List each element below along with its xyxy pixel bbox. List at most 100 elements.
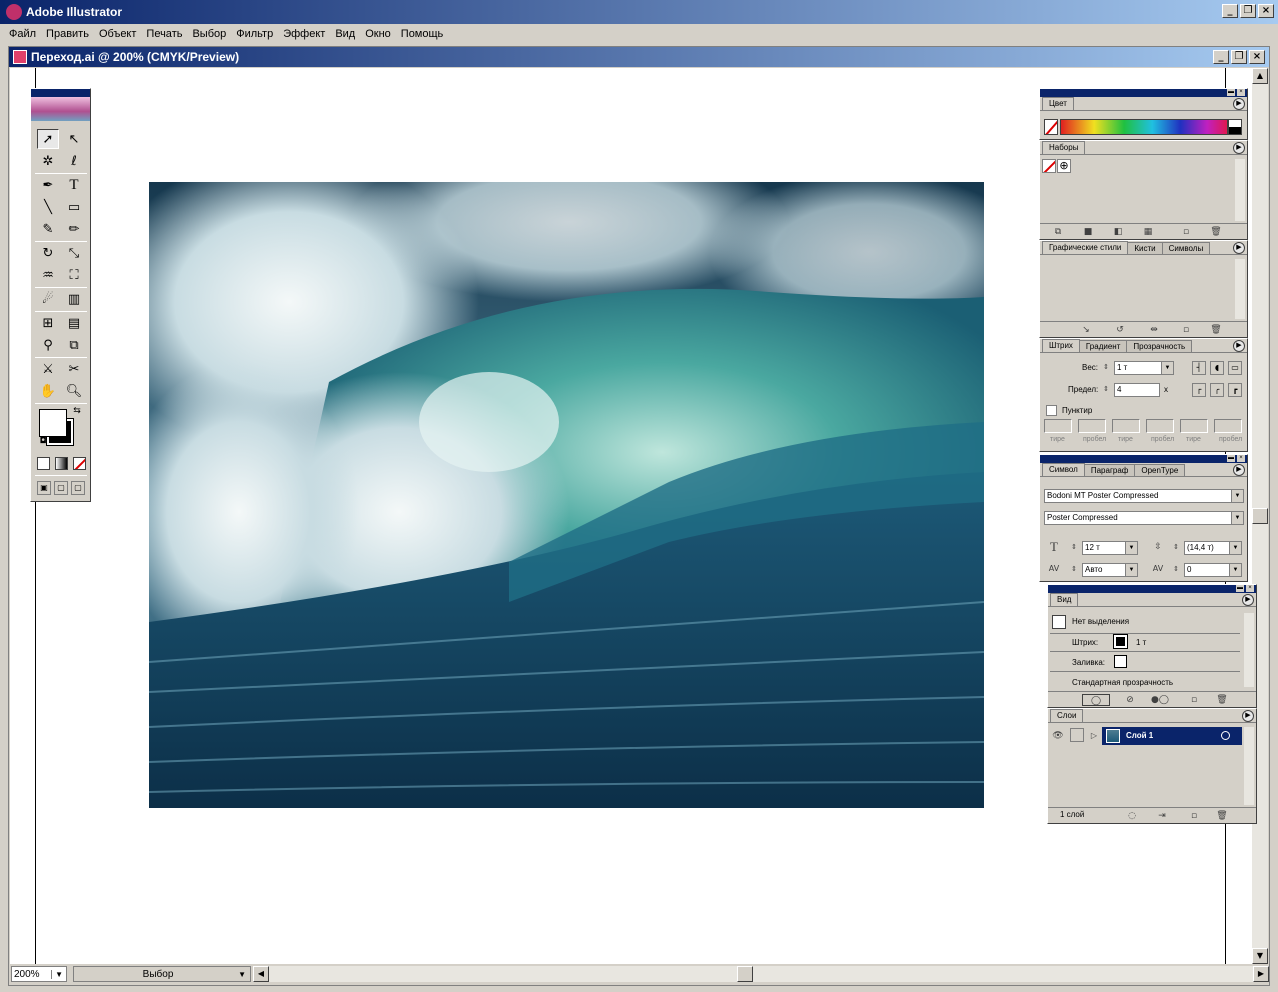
free-transform-tool-icon[interactable]: ⛶ <box>63 265 85 285</box>
reduce-basic-appearance-icon[interactable]: ●◯ <box>1148 694 1172 706</box>
tab-character[interactable]: Символ <box>1042 463 1085 476</box>
character-panel-menu-icon[interactable]: ▶ <box>1233 464 1245 476</box>
menu-effect[interactable]: Эффект <box>278 28 330 40</box>
dash-field-1[interactable] <box>1044 419 1072 433</box>
wave-photo[interactable] <box>149 182 984 808</box>
new-layer-icon[interactable]: ▫ <box>1188 810 1200 822</box>
zoom-dropdown-icon[interactable]: ▼ <box>51 969 66 979</box>
miter-limit-field[interactable]: 4 <box>1114 383 1160 397</box>
place-symbol-icon[interactable]: ⇹ <box>1148 324 1160 336</box>
tab-layers[interactable]: Слои <box>1050 709 1084 722</box>
direct-selection-tool-icon[interactable]: ↖ <box>63 129 85 149</box>
appearance-minimize-icon[interactable]: ▬ <box>1236 585 1244 592</box>
tab-swatches[interactable]: Наборы <box>1042 141 1086 154</box>
lock-toggle[interactable] <box>1070 728 1084 742</box>
none-color-swatch[interactable] <box>1044 119 1058 135</box>
gradient-tool-icon[interactable]: ▤ <box>63 313 85 333</box>
color-mode-icon[interactable] <box>37 457 50 470</box>
vertical-scroll-thumb[interactable] <box>1252 508 1268 524</box>
dash-field-3[interactable] <box>1180 419 1208 433</box>
clear-appearance-icon[interactable]: ⊘ <box>1124 694 1136 706</box>
styles-scrollbar[interactable] <box>1235 259 1245 319</box>
rotate-tool-icon[interactable]: ↻ <box>37 243 59 263</box>
delete-swatch-icon[interactable]: 🗑︎ <box>1210 226 1222 238</box>
menu-edit[interactable]: Править <box>41 28 94 40</box>
color-panel-titlebar[interactable]: ▬ × <box>1040 89 1247 97</box>
font-size-stepper-icon[interactable]: ⇕ <box>1068 541 1080 553</box>
show-color-swatches-icon[interactable]: ■ <box>1082 226 1094 238</box>
visibility-eye-icon[interactable]: 👁︎ <box>1052 730 1064 742</box>
layers-panel-menu-icon[interactable]: ▶ <box>1242 710 1254 722</box>
layer-target-icon[interactable] <box>1221 731 1230 740</box>
new-sublayer-icon[interactable]: ⇥ <box>1156 810 1168 822</box>
selection-tool-icon[interactable]: ➚ <box>37 129 59 149</box>
menu-select[interactable]: Выбор <box>187 28 231 40</box>
doc-restore-button[interactable]: ❐ <box>1231 50 1247 64</box>
stroke-panel-menu-icon[interactable]: ▶ <box>1233 340 1245 352</box>
appearance-close-icon[interactable]: × <box>1246 585 1254 592</box>
default-colors-icon[interactable]: ◘ <box>37 435 49 447</box>
menu-help[interactable]: Помощь <box>396 28 449 40</box>
none-mode-icon[interactable] <box>73 457 86 470</box>
tab-graphic-styles[interactable]: Графические стили <box>1042 241 1129 254</box>
dash-field-2[interactable] <box>1112 419 1140 433</box>
butt-cap-icon[interactable]: ┤ <box>1192 361 1206 375</box>
scroll-left-icon[interactable]: ◀ <box>253 966 269 982</box>
toolbox-grip[interactable] <box>31 89 90 97</box>
close-button[interactable]: × <box>1258 4 1274 18</box>
break-link-icon[interactable]: ↘ <box>1080 324 1092 336</box>
swatch-none[interactable] <box>1042 159 1056 173</box>
tab-stroke[interactable]: Штрих <box>1042 339 1080 352</box>
gap-field-2[interactable] <box>1146 419 1174 433</box>
menu-view[interactable]: Вид <box>330 28 360 40</box>
panel-minimize-icon[interactable]: ▬ <box>1227 89 1235 96</box>
show-pattern-swatches-icon[interactable]: ▦ <box>1142 226 1154 238</box>
zoom-field[interactable]: 200% ▼ <box>11 966 67 982</box>
tracking-dropdown-icon[interactable]: ▼ <box>1229 564 1241 576</box>
tab-appearance[interactable]: Вид <box>1050 593 1079 606</box>
show-gradient-swatches-icon[interactable]: ◧ <box>1112 226 1124 238</box>
pencil-tool-icon[interactable]: ✏ <box>63 219 85 239</box>
round-cap-icon[interactable]: ◖ <box>1210 361 1224 375</box>
delete-layer-icon[interactable]: 🗑︎ <box>1216 810 1228 822</box>
bevel-join-icon[interactable]: ┏ <box>1228 383 1242 397</box>
weight-dropdown-icon[interactable]: ▼ <box>1161 362 1173 374</box>
leading-stepper-icon[interactable]: ⇕ <box>1170 541 1182 553</box>
gap-field-3[interactable] <box>1214 419 1242 433</box>
tab-color[interactable]: Цвет <box>1042 97 1074 110</box>
new-style-icon[interactable]: ▫ <box>1180 324 1192 336</box>
miter-join-icon[interactable]: ┌ <box>1192 383 1206 397</box>
rectangle-tool-icon[interactable]: ▭ <box>63 197 85 217</box>
full-screen-mode-icon[interactable]: ▢ <box>71 481 85 495</box>
tab-paragraph[interactable]: Параграф <box>1083 464 1136 476</box>
leading-dropdown-icon[interactable]: ▼ <box>1229 542 1241 554</box>
menu-file[interactable]: Файл <box>4 28 41 40</box>
leading-field[interactable]: (14,4 т) ▼ <box>1184 541 1242 555</box>
magic-wand-tool-icon[interactable]: ✲ <box>37 151 59 171</box>
black-white-swatch[interactable] <box>1228 119 1242 135</box>
weight-stepper-icon[interactable]: ⇕ <box>1100 361 1112 373</box>
panel-close-icon[interactable]: × <box>1237 89 1245 96</box>
kerning-field[interactable]: Авто ▼ <box>1082 563 1138 577</box>
swatch-registration[interactable]: ⊕ <box>1057 159 1071 173</box>
swatches-panel-menu-icon[interactable]: ▶ <box>1233 142 1245 154</box>
status-menu[interactable]: Выбор ▼ <box>73 966 251 982</box>
font-style-field[interactable]: Poster Compressed ▼ <box>1044 511 1244 525</box>
symbol-sprayer-tool-icon[interactable]: ☄ <box>37 289 59 309</box>
font-style-dropdown-icon[interactable]: ▼ <box>1231 512 1243 524</box>
full-screen-menu-mode-icon[interactable]: ▢ <box>54 481 68 495</box>
doc-close-button[interactable]: × <box>1249 50 1265 64</box>
tab-symbols[interactable]: Символы <box>1161 242 1211 254</box>
tab-opentype[interactable]: OpenType <box>1134 464 1186 476</box>
expand-triangle-icon[interactable]: ▷ <box>1088 730 1100 742</box>
new-art-basic-appearance-icon[interactable]: ◯ <box>1082 694 1110 706</box>
char-panel-minimize-icon[interactable]: ▬ <box>1227 455 1235 462</box>
round-join-icon[interactable]: ╭ <box>1210 383 1224 397</box>
layer-row[interactable]: 👁︎ ▷ Слой 1 <box>1050 727 1242 745</box>
restore-button[interactable]: ❐ <box>1240 4 1256 18</box>
character-panel-titlebar[interactable]: ▬ × <box>1040 455 1247 463</box>
font-family-field[interactable]: Bodoni MT Poster Compressed ▼ <box>1044 489 1244 503</box>
font-size-dropdown-icon[interactable]: ▼ <box>1125 542 1137 554</box>
font-size-field[interactable]: 12 т ▼ <box>1082 541 1138 555</box>
color-panel-menu-icon[interactable]: ▶ <box>1233 98 1245 110</box>
